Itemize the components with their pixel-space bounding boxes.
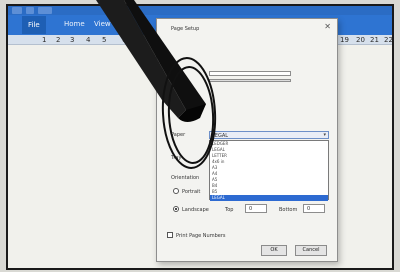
page-setup-dialog: Page Setup ✕ Paper LEGAL ▾ LEDGER LEGAL … xyxy=(156,18,338,262)
ruler-number: 5 xyxy=(102,36,107,44)
orientation-label: Orientation xyxy=(171,175,200,181)
size-select-value: LEGAL xyxy=(212,133,229,139)
size-label: Paper xyxy=(171,132,186,138)
tab-home[interactable]: Home xyxy=(64,20,85,28)
ruler-number: 20 xyxy=(356,36,365,44)
bottom-margin-label: Bottom xyxy=(279,207,298,213)
portrait-label: Portrait xyxy=(182,189,201,195)
printer-name-field[interactable] xyxy=(209,71,291,76)
ruler-number: 22 xyxy=(384,36,393,44)
screen-frame: File Home View 1 2 3 4 5 6 19 20 21 22 P… xyxy=(6,4,394,270)
ruler-number: 19 xyxy=(340,36,349,44)
chevron-down-icon: ▾ xyxy=(323,132,326,138)
ruler-number: 1 xyxy=(42,36,47,44)
dialog-title: Page Setup xyxy=(171,26,200,32)
top-margin-value: 0 xyxy=(249,206,253,212)
print-page-numbers-checkbox[interactable] xyxy=(167,232,173,238)
ok-button[interactable]: OK xyxy=(261,245,287,256)
size-select[interactable]: LEGAL ▾ xyxy=(209,131,329,139)
size-dropdown-list[interactable]: LEDGER LEGAL LETTER 4x6 in A3 A4 A5 B4 B… xyxy=(209,140,329,201)
undo-icon[interactable] xyxy=(26,7,34,14)
ruler-number: 6 xyxy=(122,36,127,44)
bottom-margin-value: 0 xyxy=(307,206,311,212)
cancel-button[interactable]: Cancel xyxy=(295,245,327,256)
save-icon[interactable] xyxy=(12,7,22,14)
top-margin-input[interactable]: 0 xyxy=(245,204,267,213)
ruler-number: 3 xyxy=(70,36,75,44)
close-icon[interactable]: ✕ xyxy=(324,23,331,31)
quick-access-dropdown-icon[interactable] xyxy=(38,7,52,14)
printer-name-field-underline xyxy=(209,79,291,82)
source-label: Tray xyxy=(171,155,182,161)
portrait-radio[interactable] xyxy=(173,188,179,194)
landscape-radio[interactable] xyxy=(173,206,179,212)
list-item-selected[interactable]: LEGAL xyxy=(210,195,328,201)
print-page-numbers-label: Print Page Numbers xyxy=(176,233,226,239)
tab-view[interactable]: View xyxy=(94,20,111,28)
ruler-number: 4 xyxy=(86,36,91,44)
landscape-label: Landscape xyxy=(182,207,209,213)
title-bar xyxy=(8,6,392,15)
bottom-margin-input[interactable]: 0 xyxy=(303,204,325,213)
ruler-number: 21 xyxy=(370,36,379,44)
ruler-number: 2 xyxy=(56,36,61,44)
top-margin-label: Top xyxy=(225,207,234,213)
tab-file[interactable]: File xyxy=(22,16,46,34)
